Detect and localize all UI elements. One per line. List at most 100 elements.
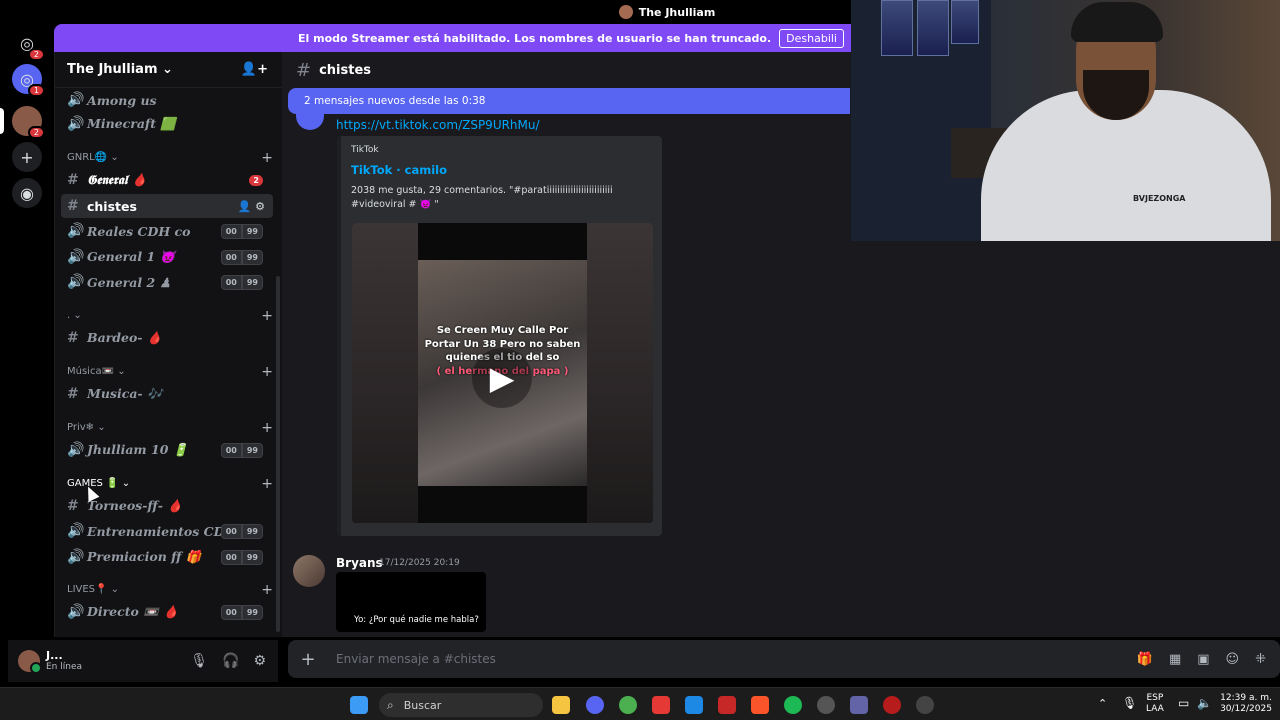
add-channel-icon[interactable]: + [261,150,273,166]
speaker-icon: 🔊 [67,92,85,108]
server-header[interactable]: The Jhulliam ⌄ 👤+ [55,52,282,88]
message-composer[interactable]: + Enviar mensaje a #chistes 🎁 ▦ ▣ ☺ ⁜ [288,640,1280,678]
youtube-icon[interactable] [652,696,670,714]
channel-chistes[interactable]: # chistes 👤 ⚙ [61,194,273,218]
chevron-down-icon: ⌄ [162,62,173,77]
category-musica[interactable]: Música📼 ⌄ + [67,364,273,380]
avatar[interactable] [18,650,42,674]
explore-icon[interactable]: ◉ [12,178,42,208]
embed-provider[interactable]: TikTok [351,145,379,155]
channel-musica[interactable]: # Musica- 🎶 [61,382,273,406]
emoji-icon[interactable]: ☺ [1226,652,1240,667]
hash-icon: # [296,59,312,81]
gif-icon[interactable]: ▦ [1169,652,1181,667]
microphone-icon[interactable]: 🎙 [1122,696,1137,711]
spotify-icon[interactable] [784,696,802,714]
play-icon[interactable]: ▶ [472,348,532,408]
brave-icon[interactable] [751,696,769,714]
channel-jhulliam[interactable]: 🔊 Jhulliam 10 🔋 00 99 [61,438,273,462]
category-label: GNRL🌐 ⌄ [67,152,119,163]
user-controls: 🎙 🎧 ⚙ [190,653,266,669]
channel-reales-cdh[interactable]: 🔊 Reales CDH co 00 99 [61,219,273,243]
message-attachment[interactable]: Yo: ¿Por qué nadie me habla? [336,572,486,632]
user-count: 00 99 [220,249,263,265]
category-gnrl[interactable]: GNRL🌐 ⌄ + [67,150,273,166]
add-channel-icon[interactable]: + [261,476,273,492]
channel-settings-icon[interactable]: 👤 ⚙ [238,200,265,213]
invite-people-icon[interactable]: 👤+ [241,62,268,77]
message-input[interactable]: Enviar mensaje a #chistes [336,652,496,666]
avatar[interactable] [293,555,325,587]
file-explorer-icon[interactable] [552,696,570,714]
channel-general-1[interactable]: 🔊 General 1 👿 00 99 [61,245,273,269]
channel-bardeo[interactable]: # Bardeo- 🩸 [61,326,273,350]
server-icon-jhulliam[interactable]: 2 [12,106,45,139]
sticker-icon[interactable]: ▣ [1197,652,1209,667]
discord-home-icon[interactable]: ◎ 1 [12,64,45,97]
channel-sidebar: The Jhulliam ⌄ 👤+ 🔊 Among us 🔊 Minecraft 🟩… [54,52,282,637]
chrome-icon[interactable] [619,696,637,714]
add-channel-icon[interactable]: + [261,308,273,324]
apps-icon[interactable]: ⁜ [1255,652,1266,667]
channel-label: chistes [87,198,137,214]
microphone-icon[interactable]: 🎙 [190,653,208,669]
gear-icon[interactable]: ⚙ [253,653,266,669]
category-lives[interactable]: LIVES📍 ⌄ + [67,582,273,598]
add-attachment-icon[interactable]: + [288,649,328,670]
channel-minecraft[interactable]: 🔊 Minecraft 🟩 [61,112,273,136]
video-blur-right [587,223,653,523]
channel-among-us[interactable]: 🔊 Among us [61,88,273,112]
channel-general[interactable]: # 𝕲𝖊𝖓𝖊𝖗𝖆𝖑 🩸 2 [61,168,273,192]
user-status: En línea [46,662,83,673]
disable-streamer-button[interactable]: Deshabili [779,28,844,48]
category-games[interactable]: GAMES 🔋 ⌄ + [67,476,273,492]
channel-directo[interactable]: 🔊 Directo 📼 🩸 00 99 [61,600,273,624]
webcam-overlay: BVJEZONGA [851,0,1280,241]
dm-icon[interactable]: ◎ 2 [12,28,45,61]
embed-title[interactable]: TikTok · camilo [351,163,447,177]
message-link[interactable]: https://vt.tiktok.com/ZSP9URhMu/ [336,118,540,132]
add-channel-icon[interactable]: + [261,582,273,598]
speedometer-icon[interactable] [817,696,835,714]
add-channel-icon[interactable]: + [261,420,273,436]
speaker-icon: 🔊 [67,274,85,290]
clock[interactable]: 12:39 a. m. 30/12/2025 [1220,693,1272,716]
volume-icon[interactable]: 🔈 [1197,696,1212,711]
channel-general-2[interactable]: 🔊 General 2 ♟ 00 99 [61,270,273,294]
add-server-icon[interactable]: + [12,142,42,172]
server-rail: ◎ 2 ◎ 1 2 + ◉ [0,0,54,687]
channel-premiacion[interactable]: 🔊 Premiacion ff 🎁 00 99 [61,545,273,569]
netflix-icon[interactable] [718,696,736,714]
category-priv[interactable]: Priv❄ ⌄ + [67,420,273,436]
search-icon: ⌕ [387,697,394,712]
video-blur-left [352,223,418,523]
channel-entrenamientos[interactable]: 🔊 Entrenamientos CD... 00 99 [61,519,273,543]
embed-video[interactable]: Se Creen Muy Calle Por Portar Un 38 Pero… [352,223,653,523]
discord-taskbar-icon[interactable] [586,696,604,714]
language-indicator[interactable]: ESP LAA [1146,693,1164,716]
category-label: LIVES📍 ⌄ [67,584,120,595]
category-label: Priv❄ ⌄ [67,422,106,433]
chevron-up-icon[interactable]: ⌃ [1098,697,1107,711]
app-icon[interactable] [883,696,901,714]
add-channel-icon[interactable]: + [261,364,273,380]
new-messages-bar[interactable]: 2 mensajes nuevos desde las 0:38 [288,88,850,114]
streamer-mode-banner: El modo Streamer está habilitado. Los no… [54,24,854,52]
teams-icon[interactable] [850,696,868,714]
outlook-icon[interactable] [685,696,703,714]
headphones-icon[interactable]: 🎧 [222,653,239,669]
channel-label: Minecraft 🟩 [87,116,176,131]
sidebar-scrollbar[interactable] [276,276,280,632]
taskbar-search[interactable]: ⌕ Buscar [379,693,543,717]
shirt-text: BVJEZONGA [1133,194,1186,203]
category-dot[interactable]: . ⌄ + [67,308,273,324]
windows-start-icon[interactable] [350,696,368,714]
gift-icon[interactable]: 🎁 [1137,652,1153,667]
channel-label: Among us [87,92,157,108]
network-icon[interactable]: ▭ [1178,696,1189,711]
streamer-text: El modo Streamer está habilitado. Los no… [298,31,772,45]
message-author[interactable]: Bryans [336,556,383,570]
channel-label: Directo 📼 🩸 [87,604,179,619]
channel-title: chistes [319,62,372,78]
obs-icon[interactable] [916,696,934,714]
